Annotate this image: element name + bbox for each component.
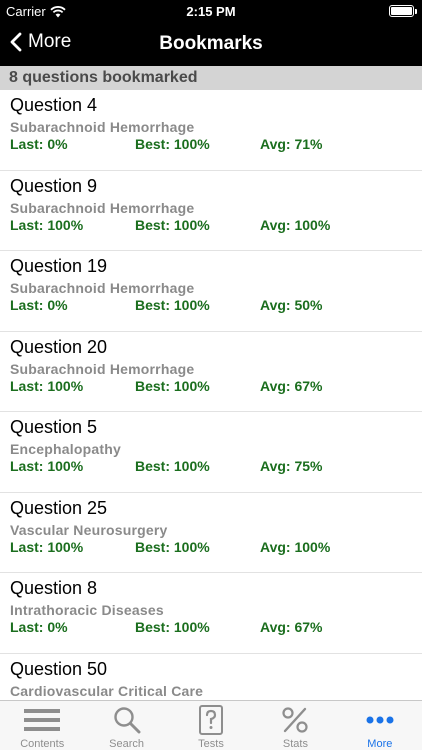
status-time: 2:15 PM — [186, 4, 236, 19]
question-topic: Encephalopathy — [10, 441, 121, 457]
tab-bar: Contents Search Tests Stats More — [0, 700, 422, 750]
tab-search[interactable]: Search — [84, 701, 168, 750]
question-title: Question 8 — [10, 578, 98, 598]
best-score: Best: 100% — [135, 458, 210, 474]
avg-score: Avg: 50% — [260, 297, 323, 313]
avg-score: Avg: 75% — [260, 458, 323, 474]
bookmark-list[interactable]: Question 4 Subarachnoid Hemorrhage Last:… — [0, 90, 422, 700]
question-topic: Vascular Neurosurgery — [10, 521, 168, 538]
tab-label: Contents — [20, 738, 65, 750]
avg-score: Avg: 71% — [260, 136, 323, 152]
question-topic: Subarachnoid Hemorrhage — [10, 119, 195, 135]
list-item[interactable]: Question 25 Vascular Neurosurgery Last: … — [0, 493, 422, 573]
question-title: Question 4 — [10, 95, 98, 115]
search-icon — [109, 706, 145, 734]
last-score: Last: 0% — [10, 136, 68, 152]
tab-tests[interactable]: Tests — [169, 701, 253, 750]
list-item[interactable]: Question 19 Subarachnoid Hemorrhage Last… — [0, 251, 422, 332]
best-score: Best: 100% — [135, 619, 210, 635]
question-title: Question 5 — [10, 417, 98, 437]
last-score: Last: 100% — [10, 216, 84, 233]
tab-contents[interactable]: Contents — [0, 701, 84, 750]
battery-icon — [389, 5, 417, 17]
question-card-icon — [193, 705, 229, 735]
list-item[interactable]: Question 5 Encephalopathy Last: 100% Bes… — [0, 412, 422, 493]
tab-label: More — [367, 738, 393, 750]
question-topic: Subarachnoid Hemorrhage — [10, 199, 195, 216]
avg-score: Avg: 100% — [260, 216, 331, 233]
list-icon — [24, 706, 61, 734]
question-topic: Intrathoracic Diseases — [10, 602, 164, 618]
tab-label: Stats — [282, 738, 308, 750]
best-score: Best: 100% — [135, 538, 210, 555]
last-score: Last: 0% — [10, 619, 68, 635]
last-score: Last: 100% — [10, 458, 84, 474]
status-bar: Carrier 2:15 PM — [0, 0, 422, 22]
question-title: Question 19 — [10, 256, 108, 276]
last-score: Last: 100% — [10, 538, 84, 555]
avg-score: Avg: 67% — [260, 377, 323, 394]
best-score: Best: 100% — [135, 297, 210, 313]
tab-more[interactable]: More — [338, 701, 422, 750]
list-item[interactable]: Question 20 Subarachnoid Hemorrhage Last… — [0, 332, 422, 412]
last-score: Last: 100% — [10, 377, 84, 394]
percent-icon — [277, 706, 313, 734]
last-score: Last: 0% — [10, 297, 68, 313]
page-title: Bookmarks — [159, 33, 263, 54]
list-item[interactable]: Question 9 Subarachnoid Hemorrhage Last:… — [0, 171, 422, 251]
best-score: Best: 100% — [135, 377, 210, 394]
section-header: 8 questions bookmarked — [0, 66, 422, 90]
question-title: Question 25 — [10, 497, 108, 518]
question-topic: Cardiovascular Critical Care — [10, 682, 204, 699]
tab-stats[interactable]: Stats — [253, 701, 337, 750]
question-topic: Subarachnoid Hemorrhage — [10, 280, 195, 296]
avg-score: Avg: 100% — [260, 538, 331, 555]
question-title: Question 20 — [10, 336, 108, 357]
list-item[interactable]: Question 8 Intrathoracic Diseases Last: … — [0, 573, 422, 654]
question-title: Question 50 — [10, 658, 108, 679]
best-score: Best: 100% — [135, 136, 210, 152]
tab-label: Tests — [198, 738, 224, 750]
more-dots-icon — [362, 706, 398, 734]
list-item[interactable]: Question 50 Cardiovascular Critical Care — [0, 654, 422, 701]
list-item[interactable]: Question 4 Subarachnoid Hemorrhage Last:… — [0, 90, 422, 171]
navigation-bar: More Bookmarks — [0, 22, 422, 66]
question-title: Question 9 — [10, 175, 98, 196]
avg-score: Avg: 67% — [260, 619, 323, 635]
tab-label: Search — [109, 738, 145, 750]
best-score: Best: 100% — [135, 216, 210, 233]
question-topic: Subarachnoid Hemorrhage — [10, 360, 195, 377]
